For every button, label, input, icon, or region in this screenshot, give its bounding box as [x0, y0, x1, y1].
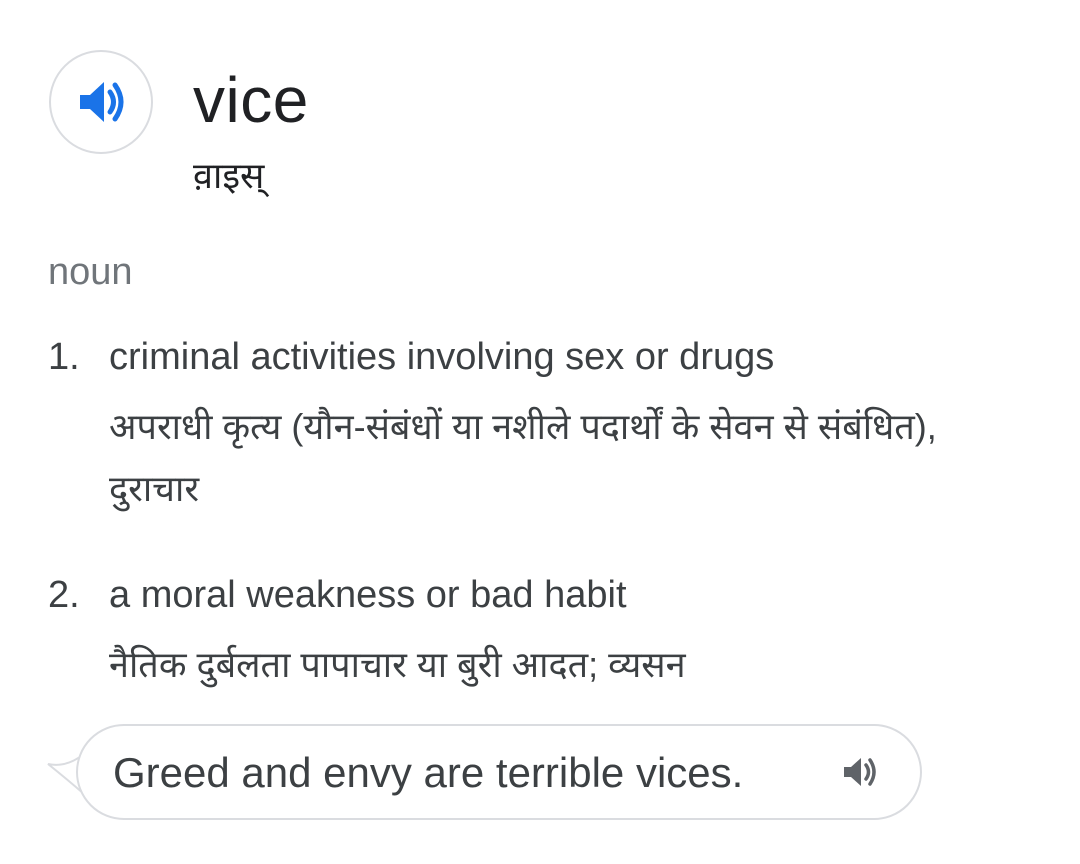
- part-of-speech: noun: [48, 251, 133, 293]
- pronunciation-text: व़ाइस्: [193, 155, 265, 196]
- sense-translation: नैतिक दुर्बलता पापाचार या बुरी आदत; व्यस…: [109, 644, 686, 685]
- speaker-icon: [80, 82, 124, 122]
- example-sentence: Greed and envy are terrible vices.: [113, 749, 744, 796]
- sense-number: 2.: [48, 574, 80, 616]
- sense-gloss: a moral weakness or bad habit: [109, 574, 627, 616]
- dictionary-card: vice व़ाइस् noun 1. criminal activities …: [0, 0, 1080, 864]
- pronunciation-audio-button[interactable]: [49, 50, 153, 154]
- headword: vice: [193, 64, 309, 136]
- sense-translation: अपराधी कृत्य (यौन-संबंधों या नशीले पदार्…: [109, 406, 937, 509]
- speaker-icon[interactable]: [840, 752, 880, 792]
- sense-gloss: criminal activities involving sex or dru…: [109, 336, 775, 378]
- sense-number: 1.: [48, 336, 80, 378]
- example-bubble: Greed and envy are terrible vices.: [76, 724, 922, 820]
